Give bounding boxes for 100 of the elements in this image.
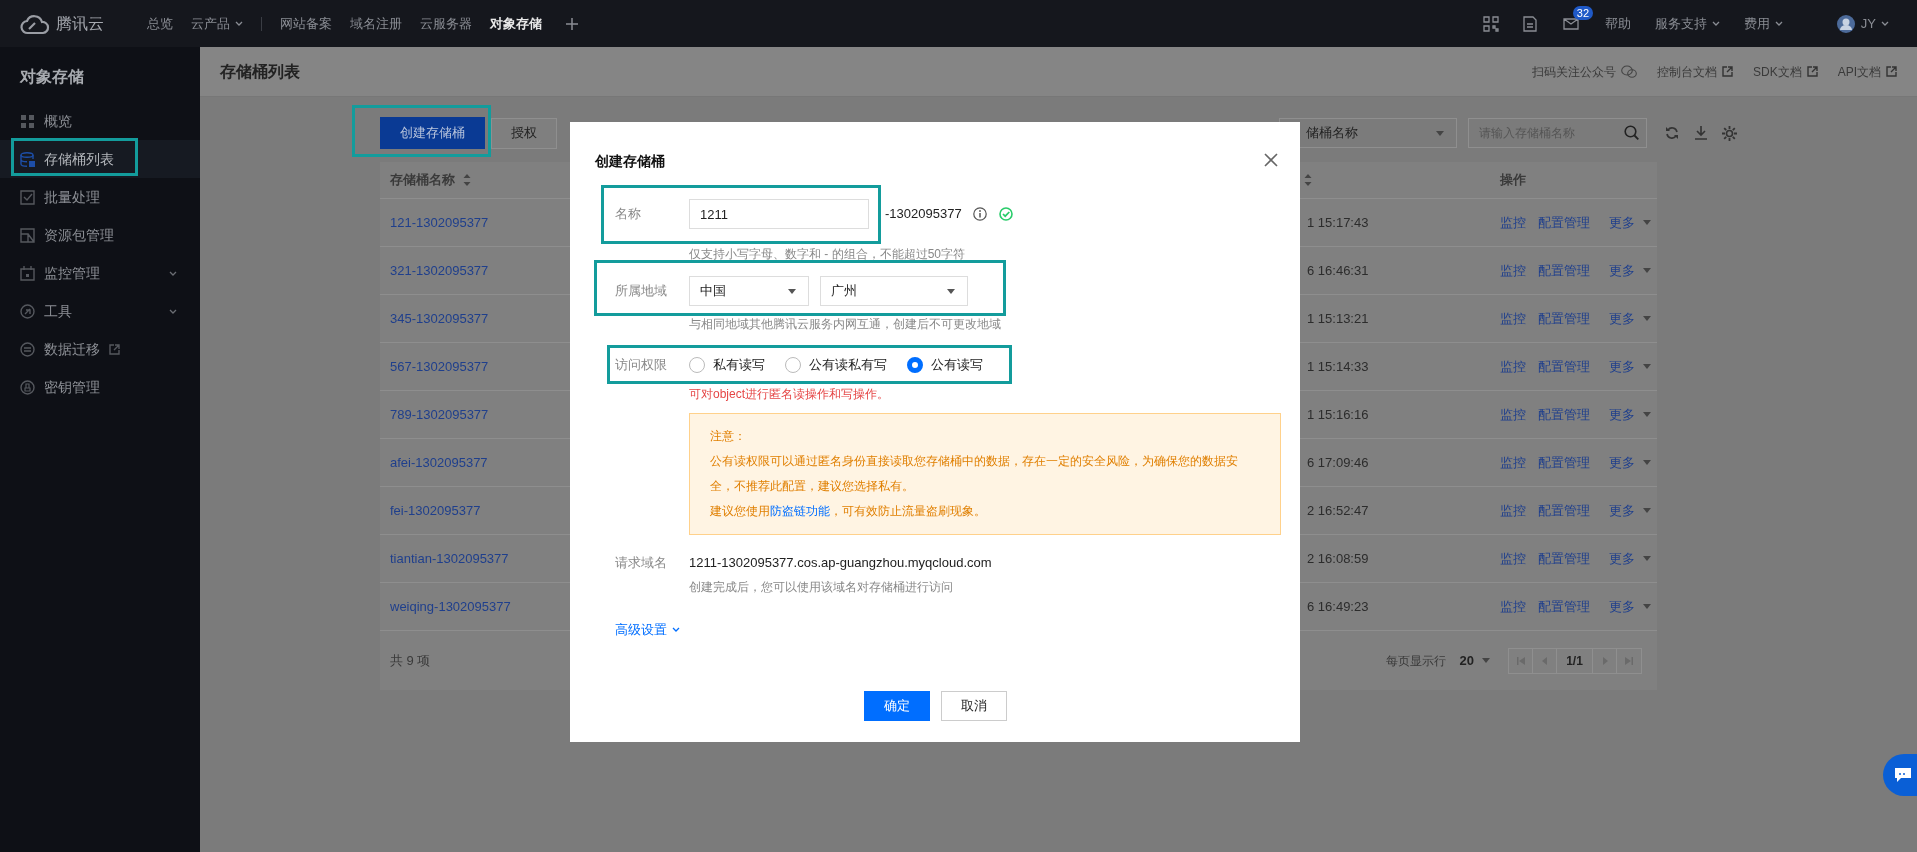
action-link[interactable]: 配置管理 — [1538, 260, 1590, 281]
caret-icon — [1643, 412, 1651, 417]
action-link[interactable]: 更多 — [1609, 500, 1651, 521]
sidebar-item[interactable]: 数据迁移 — [0, 330, 200, 368]
bucket-name-link[interactable]: 321-1302095377 — [390, 262, 489, 278]
radio-option[interactable]: 公有读写 — [907, 355, 983, 375]
bucket-name-link[interactable]: tiantian-1302095377 — [390, 550, 509, 566]
action-link[interactable]: 监控 — [1500, 404, 1526, 425]
sort-icon — [463, 174, 471, 186]
sidebar-item[interactable]: 监控管理 — [0, 254, 200, 292]
action-link[interactable]: 监控 — [1500, 548, 1526, 569]
sidebar-item[interactable]: 资源包管理 — [0, 216, 200, 254]
mail-icon — [1562, 17, 1579, 30]
bucket-name-link[interactable]: 121-1302095377 — [390, 214, 489, 230]
create-bucket-button[interactable]: 创建存储桶 — [380, 117, 485, 149]
download-icon — [1695, 126, 1707, 140]
action-link[interactable]: 配置管理 — [1538, 308, 1590, 329]
nav-link[interactable]: 云服务器 — [420, 13, 472, 34]
sidebar-title: 对象存储 — [18, 67, 85, 87]
action-link[interactable]: 更多 — [1609, 356, 1651, 377]
nav-link[interactable]: 帮助 — [1604, 13, 1631, 34]
bucket-name-link[interactable]: 789-1302095377 — [390, 406, 489, 422]
header-link[interactable]: 扫码关注公众号 — [1531, 62, 1637, 81]
action-link[interactable]: 配置管理 — [1538, 548, 1590, 569]
action-link[interactable]: 更多 — [1609, 404, 1651, 425]
page-size-select[interactable]: 20 — [1459, 650, 1490, 671]
close-button[interactable] — [1264, 153, 1280, 169]
radio-button[interactable] — [907, 357, 923, 373]
action-link[interactable]: 更多 — [1609, 452, 1651, 473]
total-count: 共 9 项 — [390, 651, 431, 670]
chevron-down-icon — [1711, 21, 1720, 26]
action-link[interactable]: 监控 — [1500, 452, 1526, 473]
table-cell: 1 15:13:21 — [1307, 310, 1369, 326]
sidebar-item[interactable]: 存储桶列表 — [0, 140, 200, 178]
table-cell: 1 15:17:43 — [1307, 214, 1369, 230]
header-link[interactable]: 控制台文档 — [1656, 62, 1733, 81]
action-link[interactable]: 监控 — [1500, 356, 1526, 377]
action-link[interactable]: 配置管理 — [1538, 212, 1590, 233]
nav-link[interactable]: 服务支持 — [1654, 13, 1720, 34]
nav-link[interactable]: 费用 — [1743, 13, 1783, 34]
action-link[interactable]: 配置管理 — [1538, 452, 1590, 473]
sidebar-item[interactable]: 批量处理 — [0, 178, 200, 216]
avatar-icon — [1836, 14, 1855, 33]
bucket-name-link[interactable]: 345-1302095377 — [390, 310, 489, 326]
action-link[interactable]: 配置管理 — [1538, 596, 1590, 617]
action-link[interactable]: 配置管理 — [1538, 404, 1590, 425]
table-cell: 6 16:49:23 — [1307, 598, 1369, 614]
action-link[interactable]: 配置管理 — [1538, 356, 1590, 377]
external-link-icon — [1806, 66, 1818, 77]
nav-link[interactable]: 总览 — [147, 13, 173, 34]
radio-option[interactable]: 私有读写 — [689, 355, 765, 375]
advanced-settings-link[interactable]: 高级设置 — [615, 619, 680, 639]
action-link[interactable]: 配置管理 — [1538, 500, 1590, 521]
cancel-button[interactable]: 取消 — [940, 691, 1007, 721]
notice-title: 注意： — [710, 428, 747, 445]
chevron-down-icon — [1774, 21, 1783, 26]
action-link[interactable]: 监控 — [1500, 500, 1526, 521]
region-select[interactable]: 广州 — [820, 276, 968, 306]
action-link[interactable]: 更多 — [1609, 596, 1651, 617]
bucket-name-link[interactable]: 567-1302095377 — [390, 358, 489, 374]
bucket-name-link[interactable]: fei-1302095377 — [390, 502, 481, 518]
table-cell: 1 15:16:16 — [1307, 406, 1369, 422]
region-select[interactable]: 中国 — [689, 276, 809, 306]
action-link[interactable]: 监控 — [1500, 212, 1526, 233]
chevron-down-icon — [235, 21, 243, 26]
action-link[interactable]: 监控 — [1500, 260, 1526, 281]
hotlink-protection-link[interactable]: 防盗链功能 — [770, 504, 830, 518]
bucket-name-link[interactable]: weiqing-1302095377 — [390, 598, 511, 614]
sidebar-item[interactable]: 概览 — [0, 102, 200, 140]
page-indicator: 1/1 — [1557, 648, 1593, 673]
user-menu[interactable]: JY — [1860, 13, 1889, 34]
sidebar-item[interactable]: 密钥管理 — [0, 368, 200, 406]
nav-link[interactable]: 域名注册 — [350, 13, 402, 34]
chat-button[interactable] — [1883, 754, 1917, 796]
bucket-name-link[interactable]: afei-1302095377 — [390, 454, 488, 470]
action-link[interactable]: 监控 — [1500, 308, 1526, 329]
plus-icon — [566, 17, 578, 30]
action-link[interactable]: 更多 — [1609, 212, 1651, 233]
action-link[interactable]: 更多 — [1609, 308, 1651, 329]
key-icon — [20, 379, 35, 395]
nav-link[interactable]: 云产品 — [191, 13, 243, 34]
action-link[interactable]: 监控 — [1500, 596, 1526, 617]
nav-link[interactable]: 网站备案 — [280, 13, 332, 34]
authorize-button[interactable]: 授权 — [491, 117, 557, 149]
header-link[interactable]: API文档 — [1837, 62, 1897, 81]
confirm-button[interactable]: 确定 — [863, 691, 930, 721]
header-link[interactable]: SDK文档 — [1752, 62, 1818, 81]
action-link[interactable]: 更多 — [1609, 260, 1651, 281]
nav-link[interactable]: 对象存储 — [490, 13, 542, 34]
radio-option[interactable]: 公有读私有写 — [785, 355, 887, 375]
calendar-icon — [20, 265, 35, 281]
sidebar-item[interactable]: 工具 — [0, 292, 200, 330]
name-input[interactable]: 1211 — [689, 199, 869, 229]
grid-icon — [20, 113, 35, 129]
brand-name: 腾讯云 — [56, 13, 104, 34]
domain-value: 1211-1302095377.cos.ap-guangzhou.myqcloud.com — [689, 554, 992, 572]
field-label: 访问权限 — [615, 356, 668, 375]
table-cell: 2 16:52:47 — [1307, 502, 1369, 518]
field-hint: 与相同地域其他腾讯云服务内网互通，创建后不可更改地域 — [689, 316, 1002, 333]
action-link[interactable]: 更多 — [1609, 548, 1651, 569]
